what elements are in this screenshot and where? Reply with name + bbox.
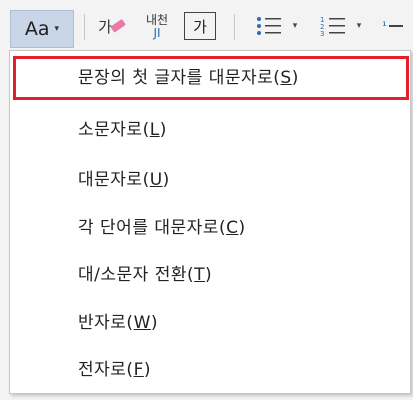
- change-case-button[interactable]: Aa ▾: [10, 10, 74, 48]
- menu-item-lowercase[interactable]: 소문자로(L): [78, 119, 167, 141]
- menu-item-label: 전자로: [78, 360, 127, 380]
- menu-item-accelerator: W: [133, 313, 151, 333]
- menu-item-half-width[interactable]: 반자로(W): [78, 312, 158, 334]
- character-border-button[interactable]: 가: [184, 12, 216, 40]
- multilevel-list-icon: ¹: [382, 19, 387, 33]
- menu-item-sentence-case[interactable]: 문장의 첫 글자를 대문자로(S): [78, 67, 299, 89]
- menu-item-accelerator: F: [133, 360, 144, 380]
- numbering-icon: 1 2 3: [320, 16, 345, 37]
- toolbar-divider: [84, 14, 85, 40]
- menu-item-label: 반자로: [78, 313, 127, 333]
- menu-item-full-width[interactable]: 전자로(F): [78, 359, 151, 381]
- enclose-characters-icon: 내천: [145, 13, 169, 27]
- chevron-down-icon: ▾: [54, 24, 60, 34]
- toolbar-divider: [234, 14, 235, 40]
- menu-item-label: 각 단어를 대문자로: [78, 218, 219, 238]
- menu-item-toggle-case[interactable]: 대/소문자 전환(T): [78, 264, 212, 286]
- menu-item-label: 소문자로: [78, 120, 143, 140]
- svg-text:3: 3: [320, 30, 324, 37]
- menu-item-label: 대/소문자 전환: [78, 265, 187, 285]
- menu-item-label: 문장의 첫 글자를 대문자로: [78, 68, 274, 88]
- character-border-icon: 가: [193, 17, 207, 36]
- change-case-menu: 문장의 첫 글자를 대문자로(S) 소문자로(L) 대문자로(U) 각 단어를 …: [9, 50, 411, 394]
- chevron-down-icon: ▾: [292, 21, 298, 31]
- eraser-icon: [110, 19, 126, 33]
- ribbon-toolbar: Aa ▾ 가 내천 JI 가 ▾ 1 2 3 ▾ ¹: [0, 0, 413, 50]
- menu-item-label: 대문자로: [78, 170, 143, 190]
- multilevel-list-button[interactable]: ¹: [382, 12, 413, 40]
- menu-item-accelerator: T: [194, 265, 206, 285]
- enclose-characters-sub: JI: [153, 26, 161, 40]
- menu-item-accelerator: S: [280, 68, 292, 88]
- menu-item-accelerator: U: [149, 170, 163, 190]
- chevron-down-icon: ▾: [356, 21, 362, 31]
- menu-item-accelerator: C: [226, 218, 239, 238]
- menu-item-uppercase[interactable]: 대문자로(U): [78, 169, 170, 191]
- enclose-characters-button[interactable]: 내천 JI: [140, 10, 174, 42]
- phonetic-guide-button[interactable]: 가: [92, 12, 132, 40]
- menu-item-capitalize-each-word[interactable]: 각 단어를 대문자로(C): [78, 217, 246, 239]
- numbering-button[interactable]: 1 2 3 ▾: [310, 12, 370, 40]
- bullets-icon: [256, 17, 281, 35]
- multilevel-list-lines: [388, 25, 403, 27]
- change-case-label: Aa: [24, 18, 50, 40]
- bullets-button[interactable]: ▾: [246, 12, 306, 40]
- menu-item-accelerator: L: [149, 120, 160, 140]
